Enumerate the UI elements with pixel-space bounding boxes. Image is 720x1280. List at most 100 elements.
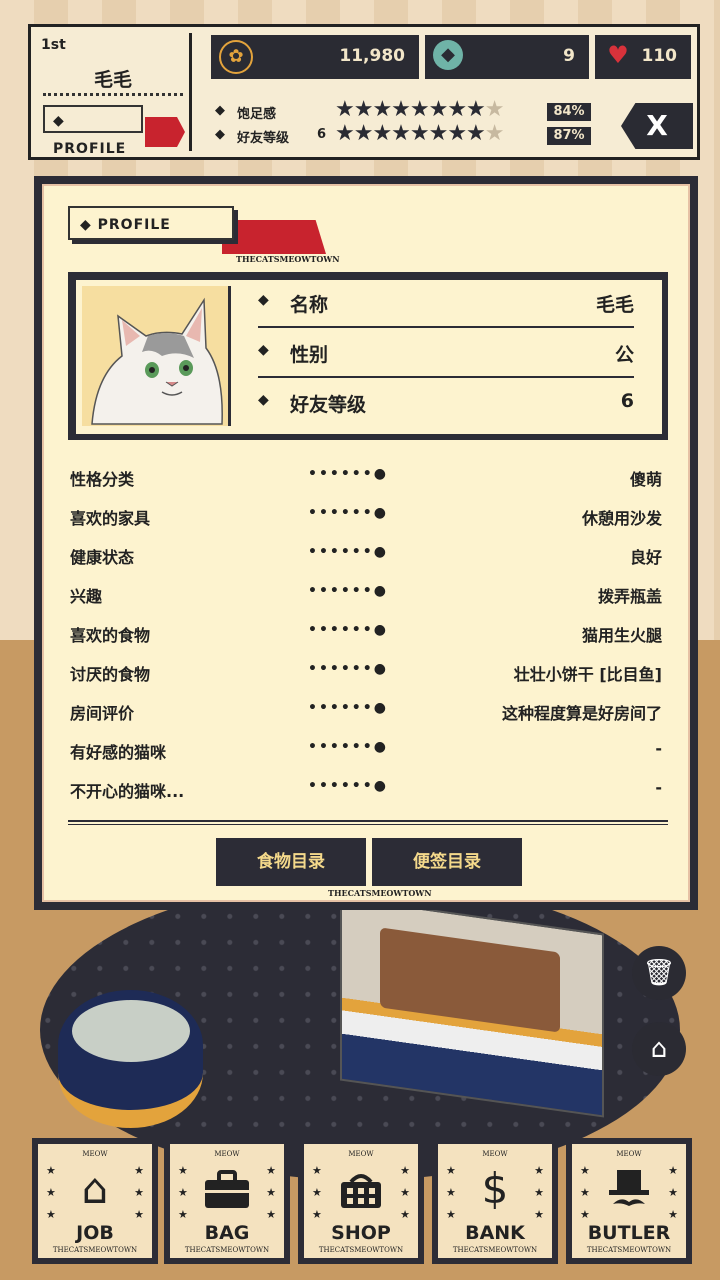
diamond-icon: ◆ (258, 392, 269, 408)
row-divider (258, 376, 634, 378)
cat-info-box: ◆ 名称 毛毛 ◆ 性别 公 ◆ 好友等级 6 (68, 272, 668, 440)
trash-icon[interactable]: 🗑 (632, 946, 686, 1000)
attr-row-favorite-food: 喜欢的食物 ••••••● 猫用生火腿 (70, 614, 662, 650)
diamond-icon: ◆ (433, 40, 463, 70)
food-catalog-button[interactable]: 食物目录 (216, 838, 366, 886)
attr-key: 喜欢的食物 (70, 626, 151, 645)
attr-value: 这种程度算是好房间了 (501, 704, 662, 723)
friend-stars: ★★★★★★★★★ (335, 121, 505, 146)
shop-button[interactable]: MEOW ★ ★ ★ ★ ★ ★ SHOP THECATSMEOWTOWN (298, 1138, 424, 1264)
meow-text: MEOW (214, 1150, 240, 1158)
cat-portrait (82, 286, 231, 426)
meow-text: MEOW (82, 1150, 108, 1158)
close-button[interactable]: X (621, 103, 693, 149)
diamond-icon: ◆ (258, 342, 269, 358)
attr-key: 喜欢的家具 (70, 509, 151, 528)
tophat-icon (572, 1164, 686, 1223)
row-divider (258, 326, 634, 328)
attr-value: 休憩用沙发 (581, 509, 662, 528)
profile-title: ◆ PROFILE (68, 206, 234, 240)
hearts-counter: ♥ 110 (595, 35, 691, 79)
shop-button-face: MEOW ★ ★ ★ ★ ★ ★ SHOP THECATSMEOWTOWN (304, 1144, 418, 1258)
attr-key: 性格分类 (70, 470, 135, 489)
dot-leader: ••••••● (308, 466, 388, 482)
basket-icon (304, 1164, 418, 1221)
bank-label: BANK (465, 1222, 525, 1244)
paw-coin-icon: ✿ (219, 40, 253, 74)
bag-button[interactable]: MEOW ★ ★ ★ ★ ★ ★ BAG THECATSMEOWTOWN (164, 1138, 290, 1264)
info-key: 名称 (290, 294, 329, 316)
friend-level-label: 好友等级 (237, 131, 290, 146)
attr-row-room-rating: 房间评价 ••••••● 这种程度算是好房间了 (70, 692, 662, 728)
attr-key: 房间评价 (70, 704, 135, 723)
brand-text: THECATSMEOWTOWN (328, 888, 432, 898)
bag-label: BAG (204, 1222, 250, 1244)
suitcase-icon (170, 1164, 284, 1221)
info-row-friend-level: ◆ 好友等级 6 (258, 380, 634, 428)
friend-diamond-icon: ◆ (215, 127, 225, 142)
info-key: 性别 (290, 344, 329, 366)
dot-leader: ••••••● (308, 739, 388, 755)
satiety-label: 饱足感 (237, 107, 277, 122)
info-key: 好友等级 (290, 394, 367, 416)
attr-key: 讨厌的食物 (70, 665, 151, 684)
dotted-divider (43, 93, 183, 96)
brand-text: THECATSMEOWTOWN (184, 1246, 270, 1254)
dot-leader: ••••••● (308, 622, 388, 638)
rank-label: 1st (41, 37, 66, 53)
coins-counter: ✿ 11,980 (211, 35, 419, 79)
info-value: 公 (614, 344, 634, 366)
hearts-value: 110 (641, 46, 678, 66)
satiety-percent: 84% (547, 103, 591, 121)
bank-button-face: MEOW ★ ★ ★ ★ ★ ★ $ BANK THECATSMEOWTOWN (438, 1144, 552, 1258)
bank-button[interactable]: MEOW ★ ★ ★ ★ ★ ★ $ BANK THECATSMEOWTOWN (432, 1138, 558, 1264)
meow-text: MEOW (482, 1150, 508, 1158)
info-value: 6 (620, 390, 634, 412)
dot-leader: ••••••● (308, 583, 388, 599)
attr-value: 拨弄瓶盖 (597, 587, 662, 606)
dot-leader: ••••••● (308, 661, 388, 677)
cat-info-inner: ◆ 名称 毛毛 ◆ 性别 公 ◆ 好友等级 6 (74, 278, 664, 436)
attr-row-disliked-food: 讨厌的食物 ••••••● 壮壮小饼干 [比目鱼] (70, 653, 662, 689)
attr-row-personality: 性格分类 ••••••● 傻萌 (70, 458, 662, 494)
info-row-gender: ◆ 性别 公 (258, 330, 634, 378)
attr-row-liked-cats: 有好感的猫咪 ••••••● - (70, 731, 662, 767)
butler-label: BUTLER (587, 1222, 671, 1244)
profile-panel-body: ◆ PROFILE THECATSMEOWTOWN ◆ 名称 毛毛 ◆ 性别 公… (42, 184, 690, 902)
dollar-icon: $ (481, 1164, 509, 1213)
info-row-name: ◆ 名称 毛毛 (258, 280, 634, 328)
red-ribbon (222, 220, 326, 254)
water-bowl-inner (72, 1000, 190, 1062)
attr-row-unhappy-cats: 不开心的猫咪... ••••••● - (70, 770, 662, 806)
attr-row-health: 健康状态 ••••••● 良好 (70, 536, 662, 572)
shop-label: SHOP (331, 1222, 391, 1244)
attr-row-favorite-furniture: 喜欢的家具 ••••••● 休憩用沙发 (70, 497, 662, 533)
brand-text: THECATSMEOWTOWN (318, 1246, 404, 1254)
notes-catalog-button[interactable]: 便签目录 (372, 838, 522, 886)
attr-value: - (655, 739, 662, 758)
cat-name: 毛毛 (93, 69, 132, 91)
job-button[interactable]: MEOW ★ ★ ★ ★ ★ ★ ⌂ JOB THECATSMEOWTOWN (32, 1138, 158, 1264)
satiety-diamond-icon: ◆ (215, 103, 225, 118)
diamond-icon: ◆ (258, 292, 269, 308)
bag-button-face: MEOW ★ ★ ★ ★ ★ ★ BAG THECATSMEOWTOWN (170, 1144, 284, 1258)
profile-button[interactable]: ◆ PROFILE (43, 105, 143, 157)
hud-cat-card: 1st 毛毛 ◆ PROFILE (37, 33, 192, 157)
friend-percent: 87% (547, 127, 591, 145)
attr-row-hobby: 兴趣 ••••••● 拨弄瓶盖 (70, 575, 662, 611)
meow-text: MEOW (616, 1150, 642, 1158)
dot-leader: ••••••● (308, 505, 388, 521)
friend-level-value: 6 (317, 127, 327, 142)
info-value: 毛毛 (595, 294, 634, 316)
home-icon[interactable]: ⌂ (632, 1022, 686, 1076)
butler-button[interactable]: MEOW ★ ★ ★ ★ ★ ★ BUTLER THECATSMEOWTOWN (566, 1138, 692, 1264)
attr-value: 猫用生火腿 (581, 626, 662, 645)
attr-key: 有好感的猫咪 (70, 743, 167, 762)
top-hud: 1st 毛毛 ◆ PROFILE ✿ 11,980 ◆ 9 ♥ 110 ◆ 饱足… (28, 24, 700, 160)
brand-text: THECATSMEOWTOWN (452, 1246, 538, 1254)
heart-icon: ♥ (607, 41, 629, 69)
coins-value: 11,980 (339, 46, 405, 66)
dot-leader: ••••••● (308, 544, 388, 560)
gems-counter: ◆ 9 (425, 35, 589, 79)
job-button-face: MEOW ★ ★ ★ ★ ★ ★ ⌂ JOB THECATSMEOWTOWN (38, 1144, 152, 1258)
